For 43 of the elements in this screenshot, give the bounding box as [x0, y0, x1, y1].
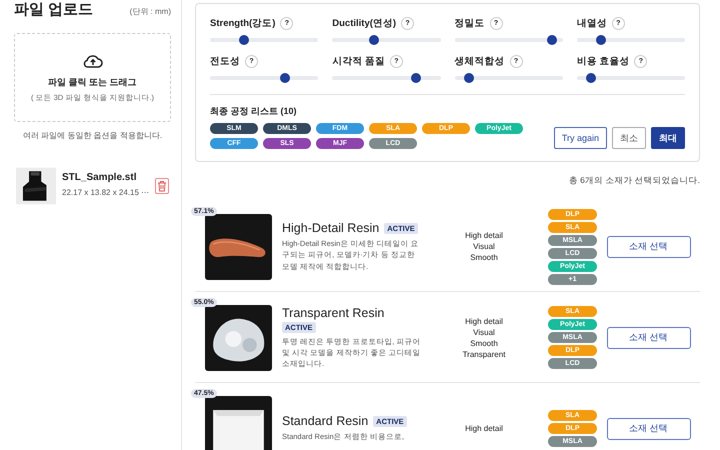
cloud-upload-icon	[82, 52, 102, 68]
material-name: Standard Resin	[282, 414, 368, 428]
material-name: Transparent Resin	[282, 306, 384, 320]
slider-thumb[interactable]	[546, 35, 557, 45]
feature-label: High detail	[465, 316, 503, 326]
slider-label: 생체적합성	[454, 54, 504, 68]
file-dimensions: 22.17 x 13.82 x 24.15 ⋯	[62, 187, 150, 199]
feature-label: Visual	[473, 328, 495, 336]
selection-summary: 총 6개의 소재가 선택되었습니다.	[568, 175, 700, 187]
filter-button[interactable]: Try again	[554, 127, 607, 149]
slider-thumb[interactable]	[586, 73, 596, 83]
slider-label: 시각적 품질	[332, 54, 385, 68]
slider-label: 정밀도	[454, 16, 484, 30]
dropzone-title: 파일 클릭 또는 드래그	[48, 76, 137, 88]
material-name: High-Detail Resin	[282, 221, 380, 236]
slider-label: Strength(강도)	[210, 16, 276, 30]
slider-label: Ductility(연성)	[332, 16, 396, 30]
filter-button[interactable]: 최소	[612, 127, 646, 149]
select-material-button[interactable]: 소재 선택	[606, 236, 690, 258]
file-name: STL_Sample.stl	[62, 172, 138, 183]
slider-thumb[interactable]	[596, 35, 606, 45]
slider-label: 내열성	[576, 16, 607, 30]
option-note: 여러 파일에 동일한 옵션을 적용합니다.	[22, 130, 164, 141]
feature-label: Smooth	[470, 338, 498, 348]
slider-thumb[interactable]	[280, 73, 290, 83]
panel-title: 파일 업로드	[14, 0, 94, 19]
slider-thumb[interactable]	[238, 35, 249, 45]
unit-label: (단위 : mm)	[130, 6, 171, 17]
select-material-button[interactable]: 소재 선택	[606, 326, 690, 348]
slider-label: 비용 효율성	[576, 54, 630, 68]
delete-button[interactable]	[155, 178, 170, 194]
feature-label: Transparent	[462, 350, 506, 358]
filter-button[interactable]: 최대	[651, 127, 685, 149]
slider-thumb[interactable]	[369, 35, 380, 45]
slider-thumb[interactable]	[464, 73, 474, 83]
feature-label: High detail	[465, 424, 503, 433]
feature-label: Smooth	[470, 253, 498, 262]
process-list-title: 최종 공정 리스트 (10)	[210, 105, 298, 118]
feature-label: High detail	[465, 231, 503, 240]
slider-thumb[interactable]	[410, 73, 421, 83]
select-material-button[interactable]: 소재 선택	[606, 418, 690, 440]
feature-label: Visual	[473, 242, 495, 251]
slider-label: 전도성	[210, 54, 240, 68]
